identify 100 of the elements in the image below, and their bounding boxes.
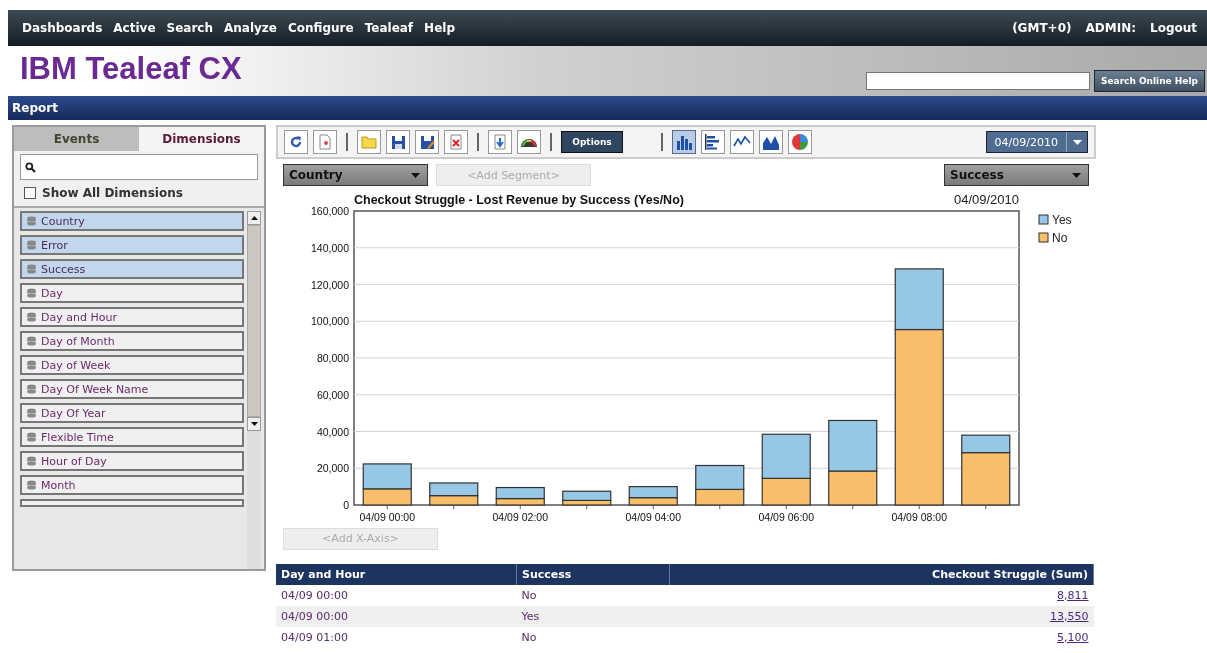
chart-type-button[interactable]: [701, 130, 725, 154]
dimension-item[interactable]: Day of Week: [20, 355, 244, 375]
table-cell: 04/09 01:00: [276, 626, 517, 648]
search-field[interactable]: [866, 72, 1090, 90]
dimension-item[interactable]: Flexible Time: [20, 427, 244, 447]
column-header[interactable]: Day and Hour: [276, 563, 517, 585]
y-axis-label: 100,000: [311, 315, 349, 328]
dimension-item[interactable]: Day and Hour: [20, 307, 244, 327]
column-header[interactable]: Success: [516, 563, 670, 585]
user-text: ADMIN:: [1085, 21, 1136, 35]
measure-dropdown[interactable]: Success: [944, 164, 1089, 186]
caret-icon: [1072, 172, 1081, 178]
section-title: Report: [12, 101, 58, 115]
delete-icon: [449, 134, 463, 150]
menu-item[interactable]: Help: [424, 21, 455, 35]
x-axis-label: 04/09 04:00: [625, 511, 681, 523]
x-axis-label: 04/09 06:00: [758, 511, 814, 523]
toolbar-button[interactable]: [386, 130, 410, 154]
y-axis-label: 40,000: [316, 425, 349, 438]
y-axis-label: 160,000: [311, 205, 349, 217]
legend-label: Yes: [1052, 213, 1072, 227]
column-header[interactable]: Checkout Struggle (Sum): [669, 563, 1094, 585]
gauge-icon: [520, 136, 538, 148]
pie-chart-icon: [791, 133, 809, 151]
export-icon: [493, 134, 507, 150]
stack-icon: [26, 480, 37, 490]
search-help-button[interactable]: Search Online Help: [1094, 70, 1205, 92]
table-cell: Yes: [516, 605, 670, 627]
x-axis-label: 04/09 00:00: [359, 511, 415, 523]
chart-date: 04/09/2010: [953, 192, 1019, 207]
dimension-item[interactable]: Day of Month: [20, 331, 244, 351]
stack-icon: [26, 456, 37, 466]
stack-icon: [26, 336, 37, 346]
chart-title: Checkout Struggle - Lost Revenue by Success (Yes/No): [354, 193, 684, 207]
x-axis-label: 04/09 08:00: [891, 511, 947, 523]
legend-item: No: [1038, 231, 1068, 245]
chart-type-button[interactable]: [730, 130, 754, 154]
y-axis-label: 80,000: [316, 352, 349, 364]
options-button[interactable]: Options: [561, 131, 623, 153]
stack-icon: [26, 408, 37, 418]
dimension-item[interactable]: Country: [20, 211, 244, 231]
value-link[interactable]: 13,550: [1050, 609, 1089, 623]
search-icon: [25, 161, 36, 173]
dimension-item[interactable]: Error: [20, 235, 244, 255]
y-axis-label: 60,000: [316, 388, 349, 401]
timezone-text: (GMT+0): [1012, 21, 1072, 35]
sidebar-tab[interactable]: Events: [14, 127, 139, 151]
logo-text: IBM Tealeaf CX: [20, 51, 242, 87]
value-link[interactable]: 5,100: [1057, 630, 1089, 644]
toolbar-button[interactable]: [284, 130, 308, 154]
scrollbar[interactable]: [247, 211, 261, 569]
dimension-item[interactable]: Day Of Year: [20, 403, 244, 423]
table-cell: No: [516, 584, 670, 606]
folder-icon: [361, 135, 377, 149]
stack-icon: [26, 264, 37, 274]
horizontal-bar-chart-icon: [704, 133, 722, 151]
dimension-item[interactable]: Day Of Week Name: [20, 379, 244, 399]
stack-icon: [26, 360, 37, 370]
checkbox[interactable]: [24, 187, 36, 199]
search-field[interactable]: [20, 154, 258, 180]
y-axis-label: 140,000: [311, 241, 349, 254]
dimension-item[interactable]: Hour of Day: [20, 451, 244, 471]
dimension-item[interactable]: Day: [20, 283, 244, 303]
chart-type-button[interactable]: [759, 130, 783, 154]
menu-item[interactable]: Active: [113, 21, 156, 35]
menu-item[interactable]: Configure: [288, 21, 354, 35]
sidebar-tab[interactable]: Dimensions: [139, 127, 264, 151]
menu-item[interactable]: Search: [166, 21, 213, 35]
toolbar-button[interactable]: [488, 130, 512, 154]
y-axis-label: 0: [343, 499, 349, 511]
menu-item[interactable]: Analyze: [224, 21, 277, 35]
table-cell: 04/09 00:00: [276, 605, 517, 627]
table-cell: No: [516, 626, 670, 648]
down-arrow-icon: [250, 422, 258, 426]
dimension-item[interactable]: Month: [20, 475, 244, 495]
menu-item[interactable]: Tealeaf: [364, 21, 414, 35]
menu-item[interactable]: Dashboards: [22, 21, 103, 35]
stack-icon: [26, 432, 37, 442]
dimension-item[interactable]: [20, 499, 244, 507]
y-axis-label: 20,000: [316, 462, 349, 475]
toolbar-button[interactable]: [415, 130, 439, 154]
stack-icon: [26, 288, 37, 298]
bar-chart-icon: [675, 133, 693, 151]
value-link[interactable]: 8,811: [1057, 588, 1089, 602]
dimension-dropdown[interactable]: Country: [283, 164, 428, 186]
up-arrow-icon: [250, 216, 258, 220]
date-dropdown[interactable]: 04/09/2010: [985, 131, 1088, 153]
dimension-item[interactable]: Success: [20, 259, 244, 279]
bar-segment: [429, 495, 479, 506]
x-axis-label: 04/09 02:00: [492, 511, 548, 523]
logout-link[interactable]: Logout: [1150, 21, 1197, 35]
stack-icon: [26, 216, 37, 226]
legend-label: No: [1052, 231, 1068, 245]
stack-icon: [26, 312, 37, 322]
checkbox-label: Show All Dimensions: [42, 186, 183, 200]
table-cell: 04/09 00:00: [276, 584, 517, 606]
document-icon: [318, 134, 332, 150]
caret-icon: [1072, 139, 1082, 145]
refresh-icon: [288, 134, 304, 150]
toolbar-button[interactable]: [517, 130, 541, 154]
